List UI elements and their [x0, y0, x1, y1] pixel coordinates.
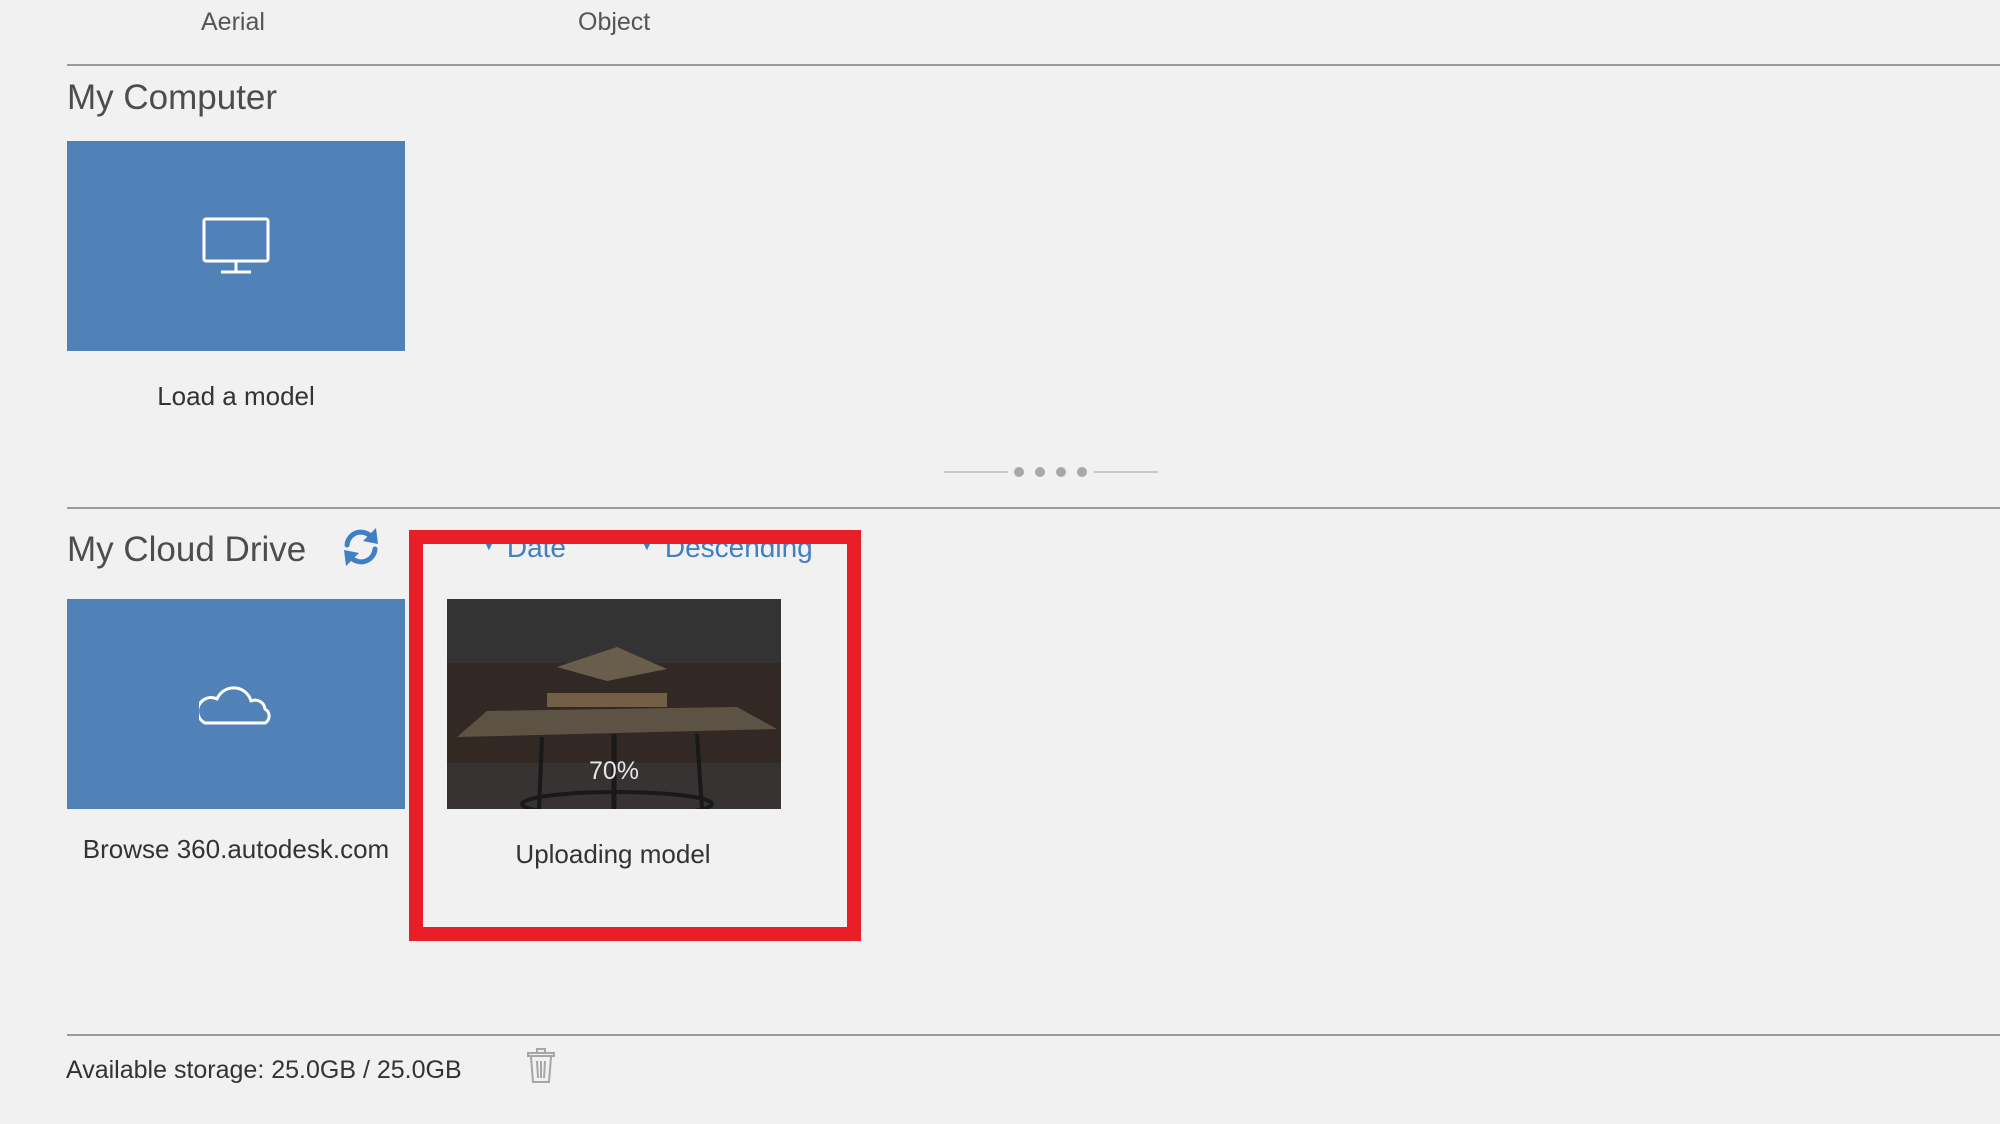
pager-dot-3[interactable] — [1056, 467, 1066, 477]
pager-line-left — [944, 471, 1008, 473]
mid-divider — [67, 507, 2000, 509]
top-divider — [67, 64, 2000, 66]
tab-object[interactable]: Object — [578, 8, 650, 37]
browse-cloud-label[interactable]: Browse 360.autodesk.com — [67, 834, 405, 865]
pager-line-right — [1094, 471, 1158, 473]
bottom-divider — [67, 1034, 2000, 1036]
tab-aerial[interactable]: Aerial — [201, 8, 265, 37]
pager-dot-2[interactable] — [1035, 467, 1045, 477]
load-model-label[interactable]: Load a model — [67, 381, 405, 412]
pager — [944, 462, 1158, 482]
storage-status: Available storage: 25.0GB / 25.0GB — [66, 1056, 462, 1084]
monitor-icon — [201, 216, 271, 276]
browse-cloud-tile[interactable] — [67, 599, 405, 809]
pager-dot-1[interactable] — [1014, 467, 1024, 477]
pager-dot-4[interactable] — [1077, 467, 1087, 477]
trash-icon[interactable] — [526, 1048, 556, 1084]
highlight-box — [409, 530, 861, 941]
my-cloud-drive-title: My Cloud Drive — [67, 530, 307, 569]
my-computer-title: My Computer — [67, 78, 278, 117]
load-model-tile[interactable] — [67, 141, 405, 351]
cloud-icon — [196, 681, 273, 727]
refresh-icon[interactable] — [338, 524, 384, 570]
